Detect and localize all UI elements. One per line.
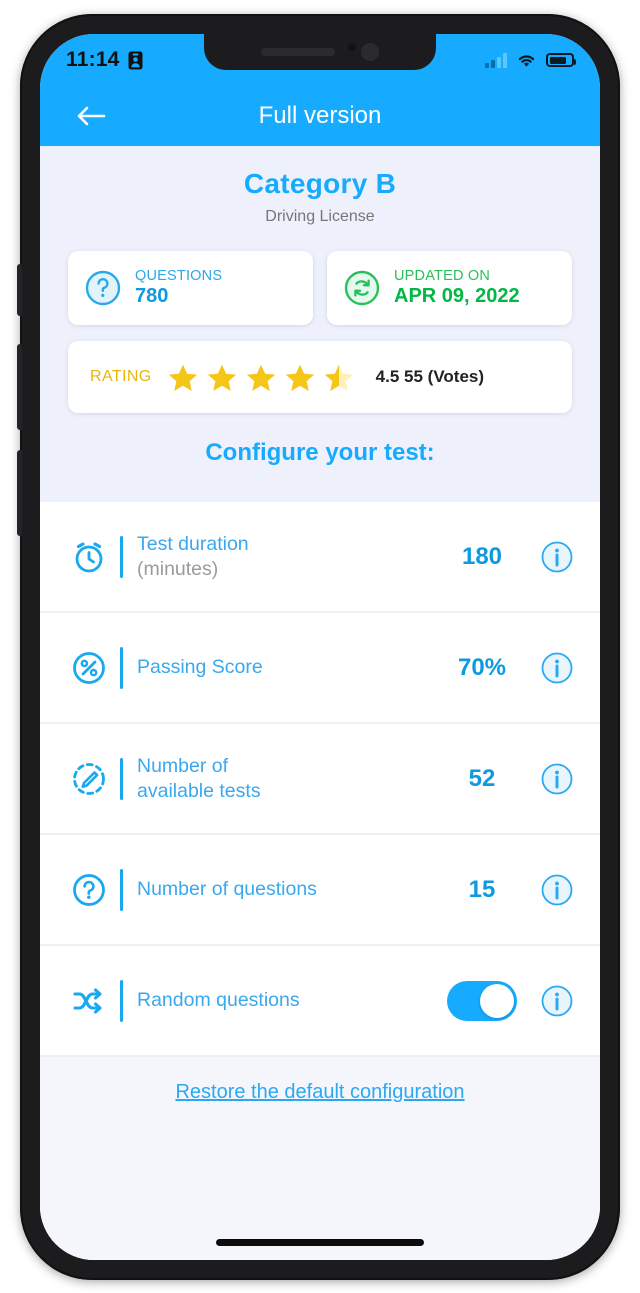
setting-label-available-tests: Number of available tests [137,754,434,803]
setting-label-random-questions: Random questions [137,988,434,1012]
row-accent-bar [120,536,123,578]
shuffle-icon [66,981,112,1021]
setting-row-test-duration[interactable]: Test duration (minutes) 180 [40,502,600,613]
questions-card[interactable]: QUESTIONS 780 [68,251,313,325]
status-bar-left: 11:14 [66,48,143,72]
star-icon [244,361,278,394]
restore-default-configuration-link[interactable]: Restore the default configuration [175,1081,464,1104]
row-accent-bar [120,869,123,911]
questions-card-text: QUESTIONS 780 [135,268,222,308]
page-subtitle: Driving License [68,208,572,226]
page-title: Category B [68,168,572,200]
app-title: Full version [40,102,600,130]
setting-row-number-of-questions[interactable]: Number of questions 15 [40,835,600,946]
setting-label-passing-score: Passing Score [137,655,434,679]
setting-label-test-duration: Test duration (minutes) [137,532,434,581]
toggle-knob [480,984,514,1018]
back-arrow-icon [76,104,106,128]
wifi-icon [516,53,537,68]
star-half-icon [322,361,356,394]
hero-section: Category B Driving License QUESTIONS 780 [40,146,600,502]
refresh-circle-icon [343,269,381,307]
home-indicator[interactable] [216,1239,424,1246]
info-icon[interactable] [530,762,574,796]
random-questions-toggle[interactable] [447,981,517,1021]
setting-row-available-tests[interactable]: Number of available tests 52 [40,724,600,835]
cellular-signal-icon [485,53,507,68]
questions-card-value: 780 [135,285,222,308]
questions-card-label: QUESTIONS [135,268,222,284]
row-accent-bar [120,980,123,1022]
updated-on-card-text: UPDATED ON APR 09, 2022 [394,268,520,308]
phone-frame: 11:14 [20,14,620,1280]
configure-heading: Configure your test: [68,439,572,467]
question-mark-circle-icon [66,870,112,910]
info-icon[interactable] [530,651,574,685]
front-camera-icon [361,43,379,61]
setting-value-test-duration[interactable]: 180 [434,543,530,571]
percent-circle-icon [66,648,112,688]
row-accent-bar [120,647,123,689]
updated-on-card-label: UPDATED ON [394,268,520,284]
info-icon[interactable] [530,873,574,907]
phone-volume-up-button[interactable] [17,344,22,430]
setting-value-number-of-questions[interactable]: 15 [434,876,530,904]
id-badge-icon [128,51,143,70]
rating-label: RATING [90,368,152,386]
screen-content: Category B Driving License QUESTIONS 780 [40,146,600,1260]
phone-notch [204,34,436,70]
status-clock: 11:14 [66,48,120,72]
status-bar-right [485,53,574,68]
setting-value-available-tests[interactable]: 52 [434,765,530,793]
star-icon [166,361,200,394]
updated-on-card-value: APR 09, 2022 [394,285,520,308]
rating-card[interactable]: RATING 4.5 55 [68,341,572,413]
setting-row-passing-score[interactable]: Passing Score 70% [40,613,600,724]
footer: Restore the default configuration [40,1057,600,1260]
settings-list: Test duration (minutes) 180 [40,502,600,1057]
setting-label-number-of-questions: Number of questions [137,877,434,901]
star-icon [205,361,239,394]
setting-row-random-questions[interactable]: Random questions [40,946,600,1057]
earpiece-speaker-icon [261,48,335,56]
edit-dashed-circle-icon [66,759,112,799]
phone-screen: 11:14 [40,34,600,1260]
setting-value-passing-score[interactable]: 70% [434,654,530,682]
updated-on-card[interactable]: UPDATED ON APR 09, 2022 [327,251,572,325]
phone-mute-button[interactable] [17,264,22,316]
star-icon [283,361,317,394]
rating-stars [166,361,356,394]
info-icon[interactable] [530,984,574,1018]
phone-volume-down-button[interactable] [17,450,22,536]
question-mark-circle-icon [84,269,122,307]
app-bar: Full version [40,86,600,146]
back-button[interactable] [70,95,112,137]
rating-value: 4.5 55 (Votes) [376,367,484,387]
info-icon[interactable] [530,540,574,574]
alarm-clock-icon [66,537,112,577]
row-accent-bar [120,758,123,800]
battery-icon [546,53,574,67]
stat-cards-row: QUESTIONS 780 UPDATED ON APR 09, 2022 [68,251,572,325]
